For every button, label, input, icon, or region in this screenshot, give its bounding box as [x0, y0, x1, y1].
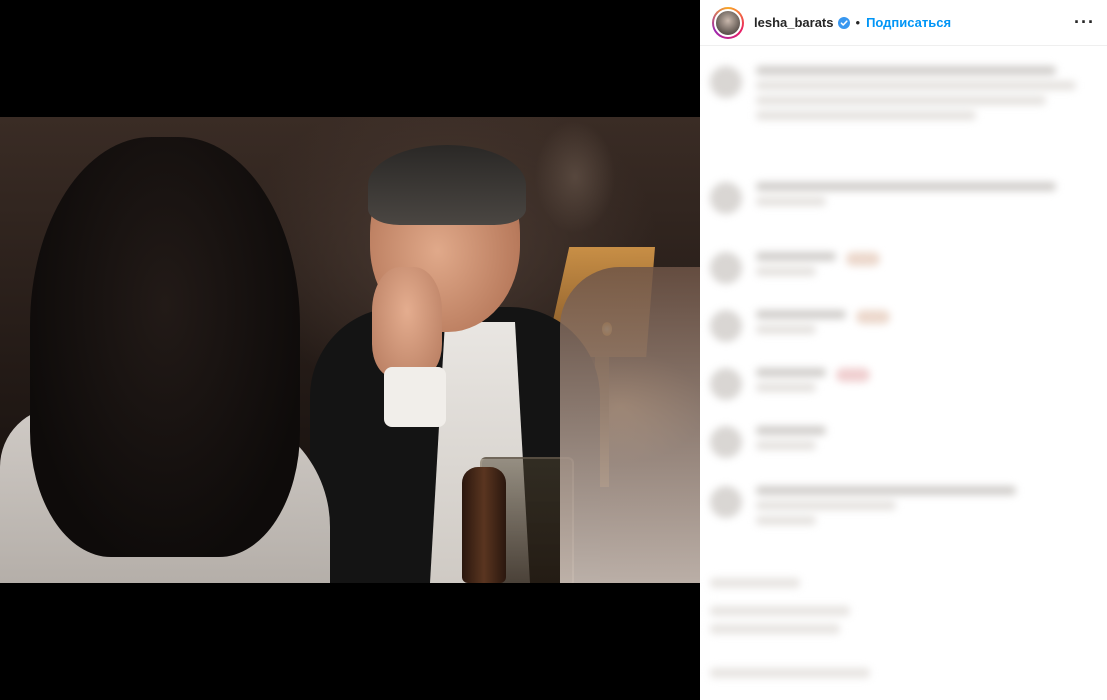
post-photo[interactable]: [0, 117, 700, 583]
caption-row: [710, 66, 1076, 120]
comment-row: [710, 182, 1056, 214]
more-options-icon[interactable]: ···: [1074, 12, 1095, 33]
verified-badge-icon: [837, 16, 850, 29]
username-link[interactable]: lesha_barats: [754, 15, 834, 30]
media-pane: [0, 0, 700, 700]
comment-row: [710, 426, 826, 458]
comment-row: [710, 310, 890, 342]
comment-row: [710, 368, 870, 400]
post-viewer: lesha_barats • Подписаться ···: [0, 0, 1107, 700]
follow-button[interactable]: Подписаться: [866, 15, 951, 30]
side-pane: lesha_barats • Подписаться ···: [700, 0, 1107, 700]
avatar[interactable]: [712, 6, 744, 39]
comment-row: [710, 252, 880, 284]
pepper-grinder: [462, 467, 506, 583]
separator-dot: •: [855, 15, 861, 30]
avatar-image: [714, 8, 742, 37]
comments-blurred: [700, 46, 1107, 700]
man-hand: [372, 267, 442, 377]
foreground-woman-right: [560, 267, 700, 583]
caption-avatar: [710, 66, 742, 98]
comment-row: [710, 486, 1016, 525]
foreground-woman-hair: [30, 137, 300, 557]
post-header: lesha_barats • Подписаться ···: [700, 0, 1107, 46]
man-hair: [368, 145, 526, 225]
shirt-cuff: [384, 367, 446, 427]
